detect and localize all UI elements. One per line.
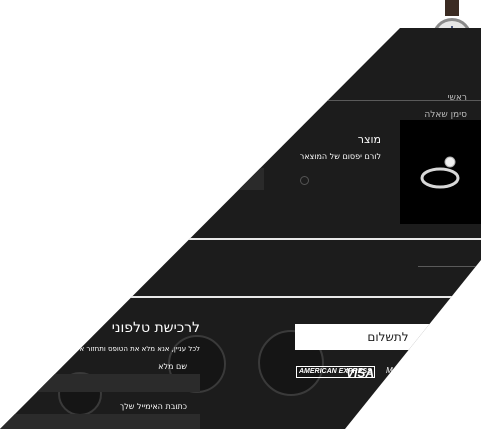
pay-button[interactable]: לתשלום	[295, 324, 481, 350]
name-input[interactable]	[0, 374, 200, 392]
ring-icon	[420, 156, 460, 189]
small-divider	[418, 266, 481, 267]
product-title: מוצר	[357, 133, 381, 146]
phone-order-title: לרכישת טלפוני	[111, 320, 200, 336]
carousel-dot[interactable]	[300, 176, 309, 185]
content-layer: ראשי סימן שאלה מוצר לורם יפסום של המוצאר…	[0, 28, 481, 429]
section-divider-1	[0, 238, 481, 240]
phone-order-subtitle: לכל עניין, אנא מלא את הטופס ותחזור אליך.	[67, 345, 200, 353]
email-input[interactable]	[0, 414, 200, 429]
section-divider-2	[0, 296, 481, 298]
product-description: לורם יפסום של המוצאר	[299, 152, 381, 161]
name-label: שם מלא	[158, 362, 187, 371]
menu-item-faq[interactable]: סימן שאלה	[424, 110, 467, 120]
menu-item-home[interactable]: ראשי	[448, 93, 468, 103]
email-label: כתובת האימייל שלך	[119, 402, 187, 411]
visa-logo: VISA	[346, 366, 375, 380]
page: ראשי סימן שאלה מוצר לורם יפסום של המוצאר…	[0, 0, 481, 429]
carousel-arrow[interactable]	[240, 168, 264, 190]
product-image[interactable]	[400, 120, 481, 224]
mastercard-logo: MasterCard	[386, 366, 428, 375]
